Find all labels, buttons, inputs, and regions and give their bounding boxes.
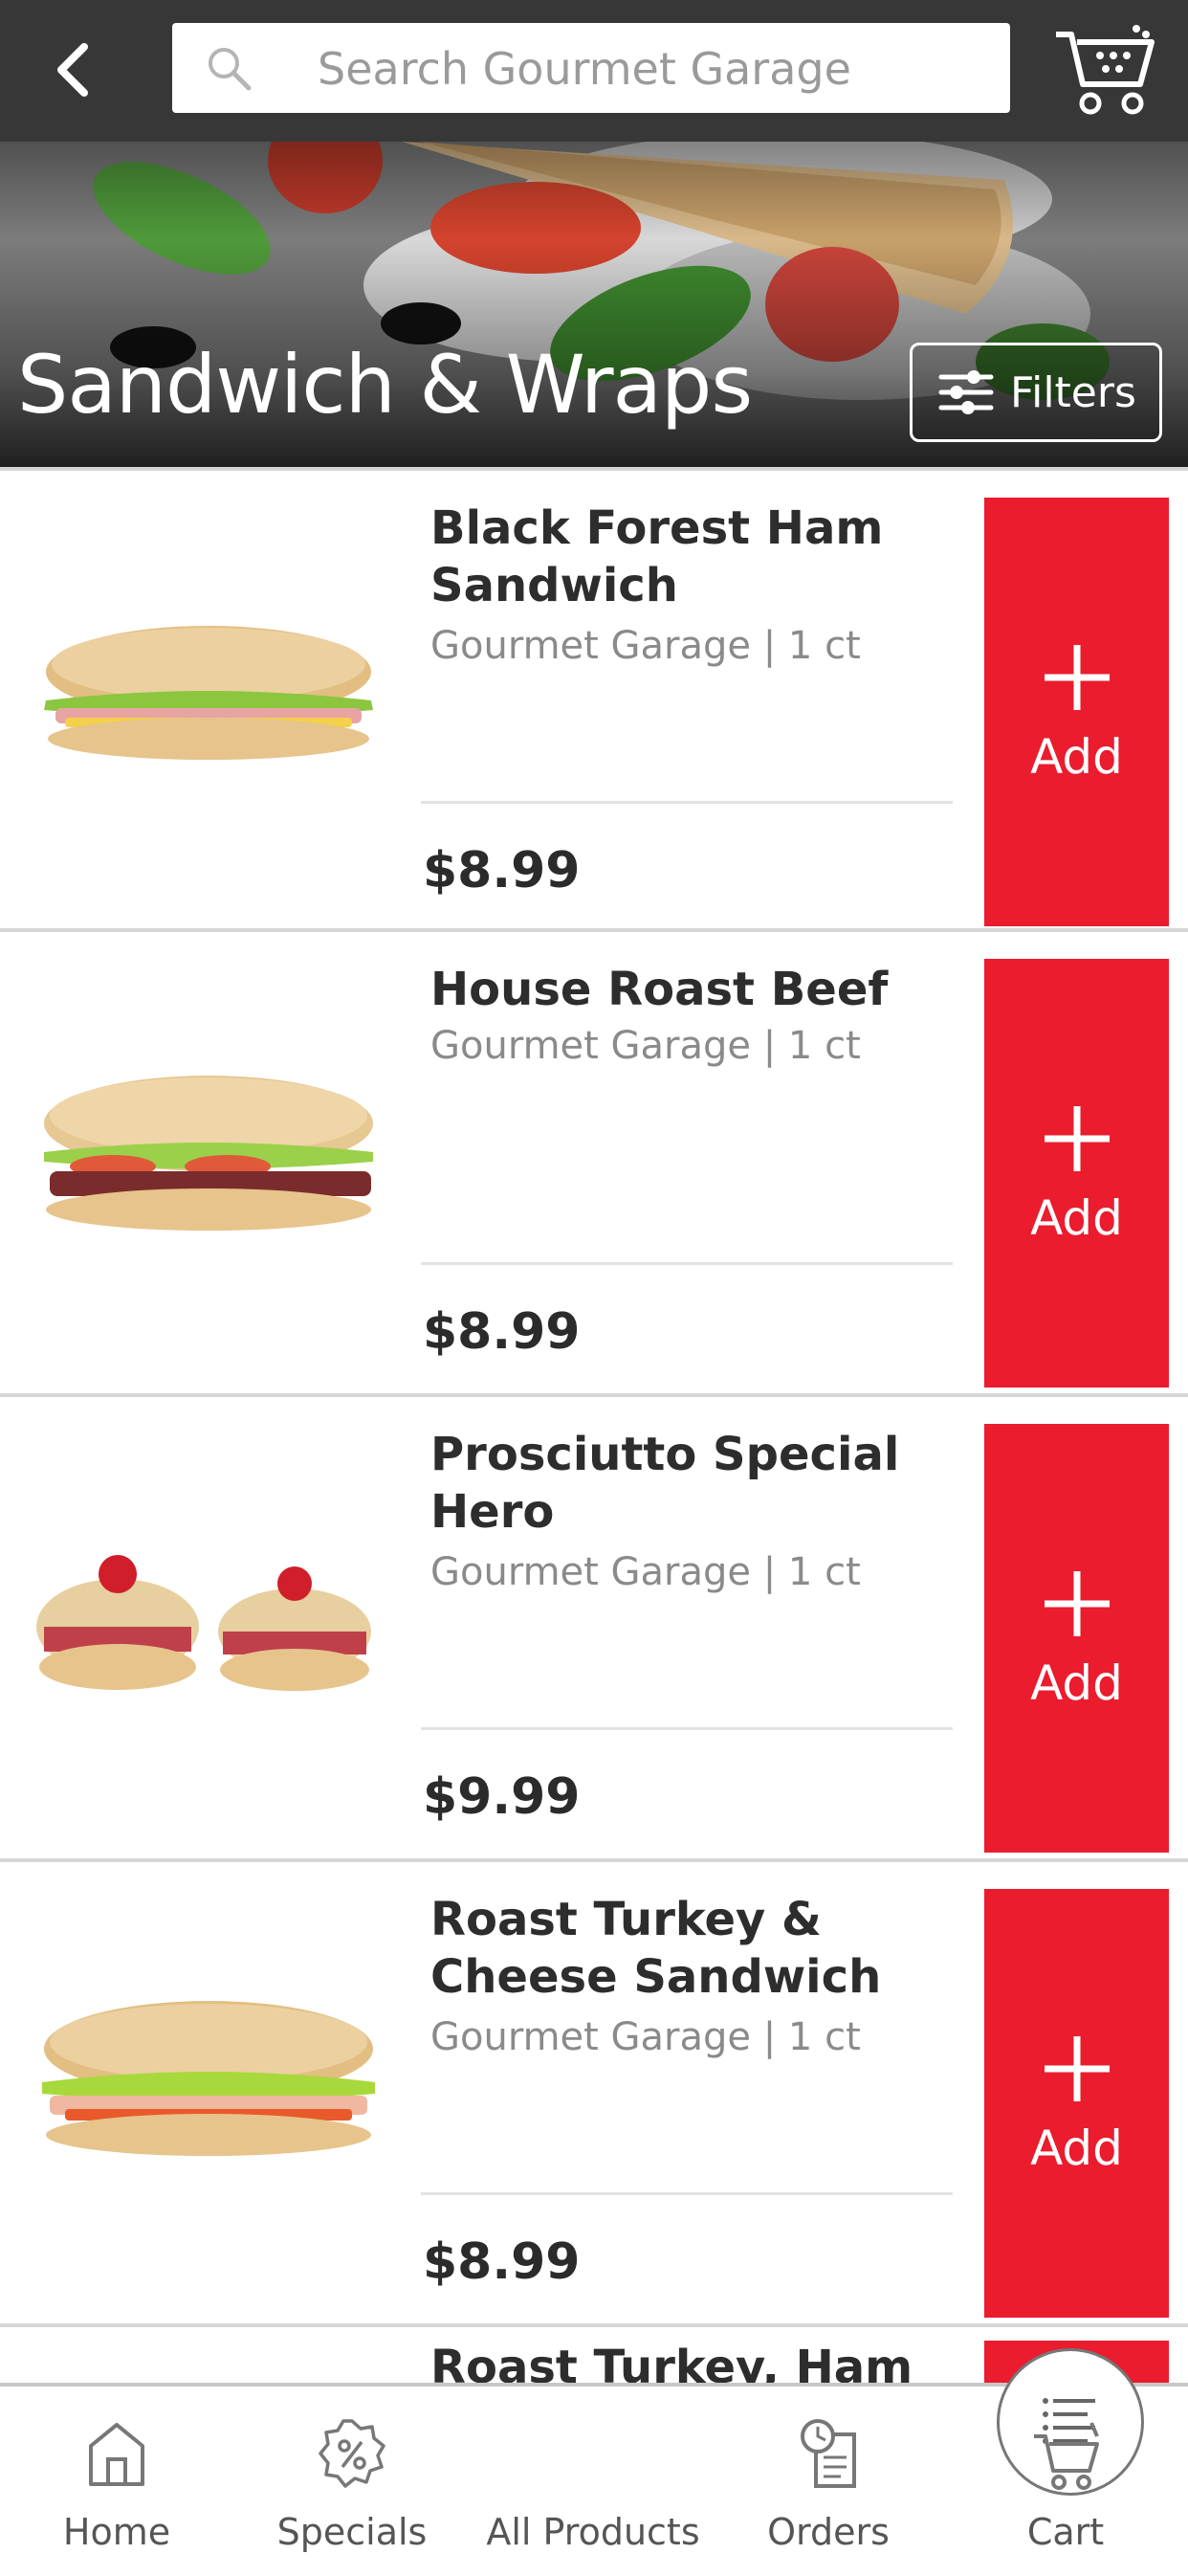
add-label: Add xyxy=(1030,2121,1123,2176)
search-bar[interactable] xyxy=(172,23,1010,115)
divider xyxy=(421,801,953,804)
plus-icon xyxy=(1044,1106,1110,1171)
product-brand: Gourmet Garage | 1 ct xyxy=(430,1024,861,1068)
plus-icon xyxy=(1044,645,1110,710)
filters-button[interactable]: Filters xyxy=(910,343,1162,442)
sandwich-image xyxy=(42,2001,375,2156)
home-icon xyxy=(89,2423,144,2486)
nav-cart[interactable]: Cart xyxy=(951,2387,1180,2576)
sandwich-image xyxy=(36,1555,371,1691)
product-name: House Roast Beef xyxy=(430,963,889,1016)
category-hero-banner: Sandwich & Wraps Filters xyxy=(0,142,1188,467)
divider xyxy=(421,1262,953,1265)
product-price: $8.99 xyxy=(423,1303,581,1361)
nav-all-products[interactable]: All Products xyxy=(478,2348,1144,2576)
add-to-cart-button[interactable]: Add xyxy=(984,498,1169,926)
sandwich-image xyxy=(44,626,373,760)
product-price: $8.99 xyxy=(423,2233,581,2291)
search-icon xyxy=(209,48,252,91)
plus-icon xyxy=(1044,1571,1110,1636)
filters-label: Filters xyxy=(1010,367,1136,417)
product-brand: Gourmet Garage | 1 ct xyxy=(430,2015,861,2059)
nav-home-label: Home xyxy=(62,2511,171,2553)
add-label: Add xyxy=(1030,729,1123,785)
add-label: Add xyxy=(1030,1190,1123,1246)
chevron-left-icon xyxy=(57,43,88,97)
product-row[interactable]: House Roast Beef Gourmet Garage | 1 ct $… xyxy=(0,932,1188,1397)
nav-orders[interactable]: Orders xyxy=(714,2387,943,2576)
sliders-icon xyxy=(938,370,994,414)
nav-all-products-label: All Products xyxy=(486,2511,700,2553)
divider xyxy=(421,2192,953,2195)
back-button[interactable] xyxy=(34,27,111,113)
divider xyxy=(421,1727,953,1730)
add-label: Add xyxy=(1030,1655,1123,1711)
orders-clock-icon xyxy=(801,2419,856,2488)
product-name: Black Forest Ham Sandwich xyxy=(430,501,884,612)
specials-badge-icon xyxy=(319,2419,385,2488)
top-bar xyxy=(0,0,1188,142)
add-to-cart-button[interactable]: Add xyxy=(984,1889,1169,2318)
cart-icon xyxy=(1034,2422,1099,2490)
product-brand: Gourmet Garage | 1 ct xyxy=(430,624,861,668)
product-name: Roast Turkey, Ham & xyxy=(430,2341,913,2385)
product-list: Black Forest Ham Sandwich Gourmet Garage… xyxy=(0,467,1188,2385)
bottom-navigation: Home Specials All Products Orders Cart xyxy=(0,2348,1188,2572)
header-cart-button[interactable] xyxy=(1052,21,1157,121)
product-price: $8.99 xyxy=(423,842,581,899)
search-input[interactable] xyxy=(316,23,989,115)
product-row[interactable]: Roast Turkey & Cheese Sandwich Gourmet G… xyxy=(0,1862,1188,2327)
add-to-cart-button[interactable]: Add xyxy=(984,1424,1169,1853)
product-name: Roast Turkey & Cheese Sandwich xyxy=(430,1893,882,2004)
product-name: Prosciutto Special Hero xyxy=(430,1428,900,1539)
product-row-partial[interactable]: Roast Turkey, Ham & xyxy=(0,2327,1188,2385)
category-title: Sandwich & Wraps xyxy=(17,338,753,432)
nav-orders-label: Orders xyxy=(767,2511,890,2553)
plus-icon xyxy=(1044,2036,1110,2101)
product-brand: Gourmet Garage | 1 ct xyxy=(430,1550,861,1594)
cart-icon xyxy=(1056,25,1155,115)
product-row[interactable]: Black Forest Ham Sandwich Gourmet Garage… xyxy=(0,467,1188,932)
product-price: $9.99 xyxy=(423,1768,581,1826)
sandwich-image xyxy=(44,1076,373,1231)
nav-specials-label: Specials xyxy=(276,2511,428,2553)
product-row[interactable]: Prosciutto Special Hero Gourmet Garage |… xyxy=(0,1397,1188,1862)
nav-cart-label: Cart xyxy=(1026,2511,1105,2553)
nav-specials[interactable]: Specials xyxy=(237,2387,467,2576)
add-to-cart-button[interactable]: Add xyxy=(984,959,1169,1388)
nav-home[interactable]: Home xyxy=(2,2387,231,2576)
